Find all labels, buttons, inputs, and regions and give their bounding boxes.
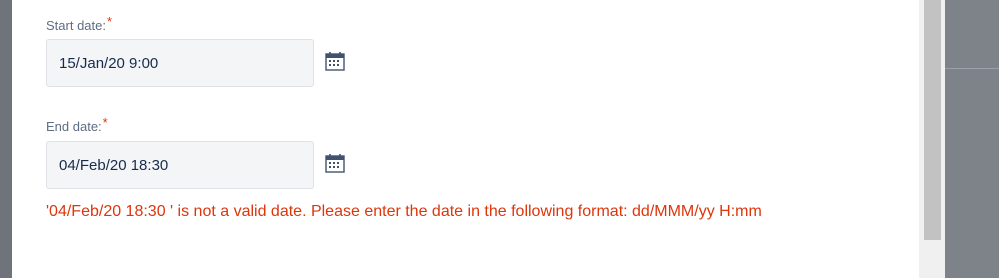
start-date-input[interactable]	[46, 39, 314, 87]
required-asterisk: *	[102, 115, 108, 130]
dialog-scrollbar-thumb[interactable]	[924, 0, 941, 240]
calendar-icon[interactable]	[324, 152, 346, 174]
start-date-label-text: Start date:	[46, 18, 106, 33]
calendar-icon[interactable]	[324, 50, 346, 72]
end-date-label: End date:*	[46, 115, 108, 134]
required-asterisk: *	[106, 14, 113, 29]
backdrop-right-panel	[945, 0, 999, 278]
backdrop-left-strip	[0, 0, 12, 278]
backdrop-divider	[945, 68, 999, 69]
end-date-error-message: '04/Feb/20 18:30 ' is not a valid date. …	[46, 203, 762, 220]
end-date-input[interactable]	[46, 141, 314, 189]
start-date-label: Start date:*	[46, 14, 112, 33]
end-date-label-text: End date:	[46, 119, 102, 134]
